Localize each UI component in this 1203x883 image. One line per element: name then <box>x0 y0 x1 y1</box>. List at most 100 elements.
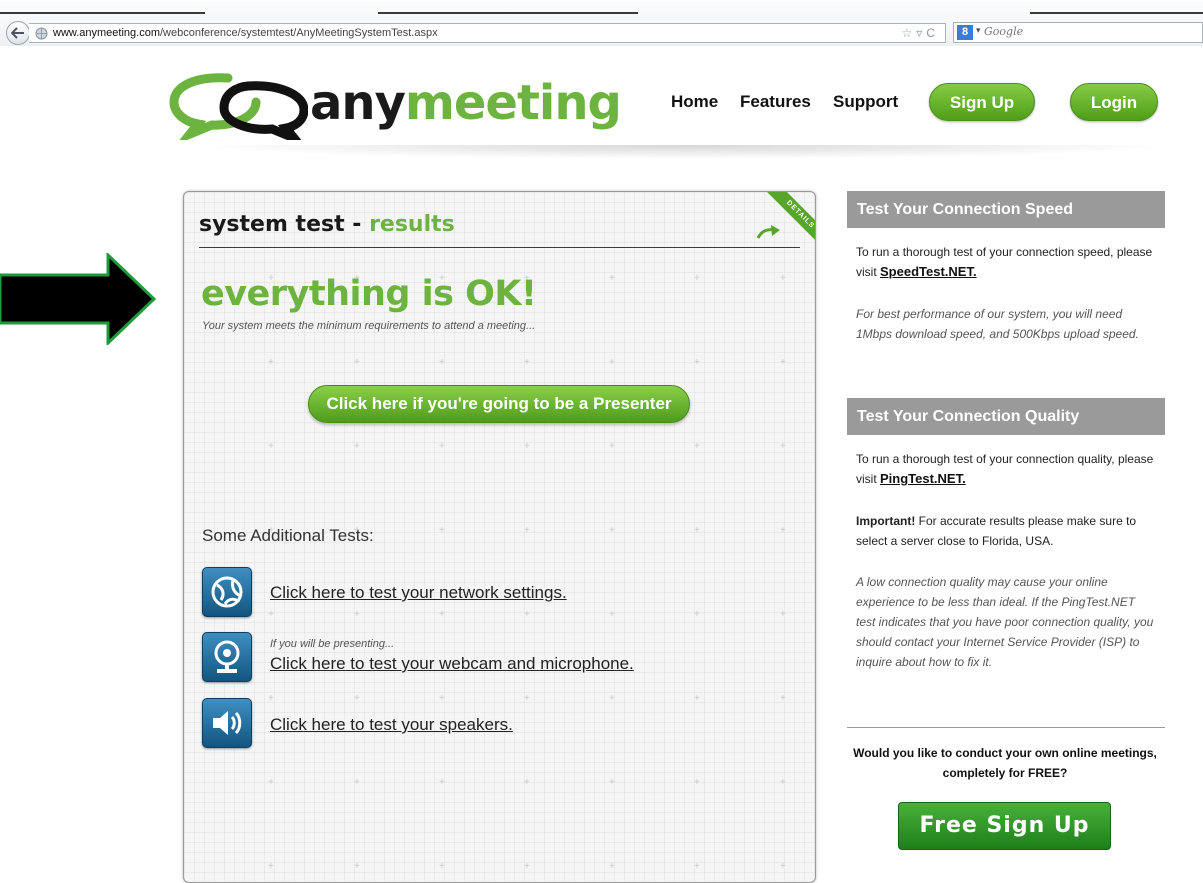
url-domain: www.anymeeting.com <box>53 27 160 39</box>
grid-plus-marker: + <box>524 441 530 452</box>
grid-plus-marker: + <box>268 777 274 788</box>
back-arrow-icon <box>11 27 24 39</box>
logo-meeting: meeting <box>404 75 622 131</box>
grid-plus-marker: + <box>524 525 530 536</box>
grid-plus-marker: + <box>780 861 786 872</box>
big-arrow-icon <box>0 253 157 345</box>
important-note: Important! For accurate results please m… <box>856 511 1156 551</box>
logo-icon[interactable] <box>168 70 308 140</box>
free-signup-prompt: Would you like to conduct your own onlin… <box>853 746 1157 780</box>
status-heading: everything is OK! <box>201 274 537 314</box>
url-actions: ☆▿C <box>902 24 939 42</box>
grid-plus-marker: + <box>694 693 700 704</box>
details-ribbon-label: DETAILS <box>756 192 815 252</box>
speed-intro: To run a thorough test of your connectio… <box>856 242 1156 282</box>
panel-title: system test - results <box>199 212 455 237</box>
search-engine-dropdown-icon[interactable]: ▾ <box>976 25 981 36</box>
sign-up-button[interactable]: Sign Up <box>929 83 1035 121</box>
grid-plus-marker: + <box>694 609 700 620</box>
grid-plus-marker: + <box>439 861 445 872</box>
grid-plus-marker: + <box>439 525 445 536</box>
grid-plus-marker: + <box>524 777 530 788</box>
network-globe-icon <box>211 576 243 608</box>
grid-plus-marker: + <box>694 525 700 536</box>
grid-plus-marker: + <box>780 357 786 368</box>
header-divider <box>190 145 1180 159</box>
grid-plus-marker: + <box>694 357 700 368</box>
search-placeholder: Google <box>984 25 1024 38</box>
grid-plus-marker: + <box>609 777 615 788</box>
grid-plus-marker: + <box>609 861 615 872</box>
webcam-test-link[interactable]: Click here to test your webcam and micro… <box>270 654 634 674</box>
title-divider <box>199 247 800 248</box>
url-text: www.anymeeting.com/webconference/systemt… <box>53 24 438 42</box>
webcam-camera-icon <box>214 640 240 673</box>
system-test-panel: + + + + + + + + + + + + + + + + + + + + + + + + + + + + + + + + + + + + + + + +… <box>183 191 816 883</box>
globe-icon <box>35 27 48 40</box>
title-main: system test <box>199 212 345 237</box>
title-separator: - <box>344 212 370 237</box>
grid-plus-marker: + <box>609 525 615 536</box>
network-icon[interactable] <box>202 567 252 617</box>
grid-plus-marker: + <box>268 693 274 704</box>
details-ribbon[interactable]: DETAILS <box>755 192 815 252</box>
additional-tests-heading: Some Additional Tests: <box>202 526 374 545</box>
dropdown-icon[interactable]: ▿ <box>916 26 926 40</box>
grid-plus-marker: + <box>268 861 274 872</box>
grid-plus-marker: + <box>609 441 615 452</box>
quality-heading: Test Your Connection Quality <box>847 398 1165 435</box>
back-button[interactable] <box>6 21 30 45</box>
grid-plus-marker: + <box>524 357 530 368</box>
quality-intro: To run a thorough test of your connectio… <box>856 449 1156 489</box>
tab-strip-edge <box>378 12 638 14</box>
grid-plus-marker: + <box>354 357 360 368</box>
sidebar-divider <box>847 727 1165 728</box>
grid-plus-marker: + <box>780 609 786 620</box>
reload-icon[interactable]: C <box>926 26 939 40</box>
grid-plus-marker: + <box>609 609 615 620</box>
logo-any: any <box>310 75 406 131</box>
speaker-volume-icon <box>213 711 242 735</box>
grid-plus-marker: + <box>694 273 700 284</box>
grid-plus-marker: + <box>439 357 445 368</box>
presenting-note: If you will be presenting... <box>270 638 395 650</box>
search-engine-icon[interactable]: 8 <box>957 25 973 40</box>
address-bar[interactable]: www.anymeeting.com/webconference/systemt… <box>29 23 946 43</box>
grid-plus-marker: + <box>524 609 530 620</box>
presenter-button[interactable]: Click here if you're going to be a Prese… <box>308 385 690 423</box>
free-signup-button[interactable]: Free Sign Up <box>898 802 1111 850</box>
login-button[interactable]: Login <box>1070 83 1158 121</box>
title-accent: results <box>369 212 455 237</box>
url-path: /webconference/systemtest/AnyMeetingSyst… <box>160 27 438 39</box>
grid-plus-marker: + <box>524 861 530 872</box>
pingtest-link[interactable]: PingTest.NET. <box>880 471 966 486</box>
speedtest-link[interactable]: SpeedTest.NET. <box>880 264 977 279</box>
tab-strip-edge <box>1030 12 1203 14</box>
curved-arrow-icon[interactable] <box>756 224 782 240</box>
grid-plus-marker: + <box>609 357 615 368</box>
grid-plus-marker: + <box>439 441 445 452</box>
speed-heading: Test Your Connection Speed <box>847 191 1165 228</box>
grid-plus-marker: + <box>439 609 445 620</box>
webcam-icon[interactable] <box>202 632 252 682</box>
grid-plus-marker: + <box>354 861 360 872</box>
grid-plus-marker: + <box>780 777 786 788</box>
network-test-link[interactable]: Click here to test your network settings… <box>270 583 567 603</box>
nav-features[interactable]: Features <box>740 92 811 112</box>
grid-plus-marker: + <box>780 693 786 704</box>
browser-toolbar: www.anymeeting.com/webconference/systemt… <box>0 0 1203 46</box>
grid-plus-marker: + <box>268 609 274 620</box>
nav-home[interactable]: Home <box>671 92 718 112</box>
grid-plus-marker: + <box>354 441 360 452</box>
tab-strip-edge <box>0 12 205 14</box>
grid-plus-marker: + <box>354 777 360 788</box>
speaker-test-link[interactable]: Click here to test your speakers. <box>270 715 513 735</box>
nav-support[interactable]: Support <box>833 92 898 112</box>
grid-plus-marker: + <box>268 357 274 368</box>
grid-plus-marker: + <box>780 273 786 284</box>
search-bar[interactable]: 8 ▾ Google <box>953 22 1203 43</box>
logo-wordmark[interactable]: anymeeting <box>310 75 622 131</box>
grid-plus-marker: + <box>268 441 274 452</box>
bookmark-star-icon[interactable]: ☆ <box>902 26 917 40</box>
speaker-icon[interactable] <box>202 698 252 748</box>
